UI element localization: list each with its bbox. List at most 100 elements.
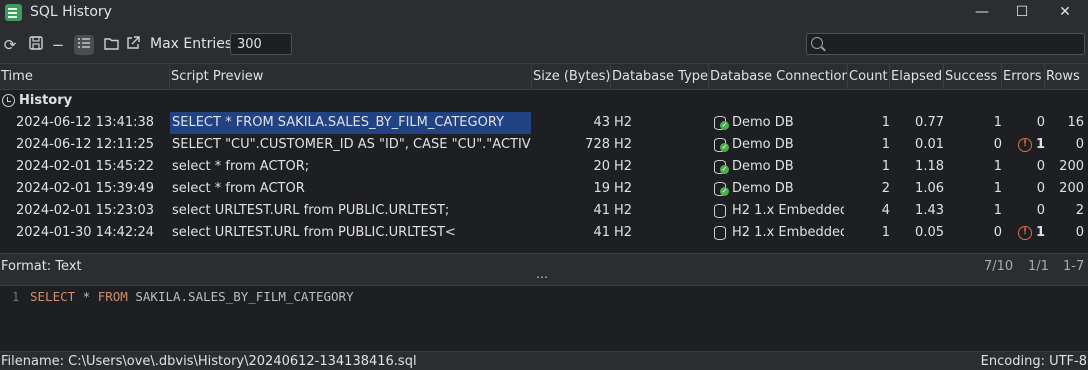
elapsed-cell: 1.18 bbox=[915, 159, 944, 174]
rows-cell: 0 bbox=[1075, 225, 1084, 240]
splitter-handle[interactable]: ⋯ bbox=[536, 270, 549, 284]
elapsed-cell: 1.06 bbox=[915, 181, 944, 196]
maximize-button[interactable]: ☐ bbox=[1002, 0, 1042, 26]
time-cell: 2024-02-01 15:45:22 bbox=[16, 159, 155, 174]
db-type-cell: H2 bbox=[614, 159, 633, 174]
connection-cell: Demo DB bbox=[732, 181, 794, 196]
db-type-cell: H2 bbox=[614, 115, 633, 130]
table-row[interactable]: 2024-02-01 15:39:49 select * from ACTOR … bbox=[0, 178, 1088, 200]
size-cell: 41 bbox=[593, 203, 610, 218]
refresh-icon[interactable]: ⟳ bbox=[0, 35, 20, 55]
selection-position: 7/10 bbox=[984, 259, 1014, 274]
script-preview-cell: select * from ACTOR bbox=[172, 181, 305, 196]
time-cell: 2024-02-01 15:23:03 bbox=[16, 203, 155, 218]
column-header-elapsed[interactable]: Elapsed bbox=[890, 64, 944, 90]
filename-label: Filename: C:\Users\ove\.dbvis\History\20… bbox=[1, 354, 417, 369]
errors-cell: 1 bbox=[1035, 225, 1045, 240]
rows-cell: 200 bbox=[1059, 159, 1084, 174]
column-header-size[interactable]: Size (Bytes) bbox=[532, 64, 611, 90]
rows-cell: 2 bbox=[1075, 203, 1084, 218]
sql-preview-editor[interactable]: 1 SELECT * FROM SAKILA.SALES_BY_FILM_CAT… bbox=[0, 285, 1088, 351]
title-bar: SQL History — ☐ ✕ bbox=[0, 0, 1088, 26]
connection-cell: Demo DB bbox=[732, 159, 794, 174]
format-label: Format: Text bbox=[1, 259, 82, 274]
column-header-database-connection[interactable]: Database Connection bbox=[709, 64, 848, 90]
save-icon[interactable] bbox=[26, 35, 46, 55]
size-cell: 43 bbox=[593, 115, 610, 130]
sql-text: SAKILA.SALES_BY_FILM_CATEGORY bbox=[127, 289, 354, 304]
table-row[interactable]: 2024-02-01 15:45:22 select * from ACTOR;… bbox=[0, 156, 1088, 178]
database-icon bbox=[714, 204, 726, 218]
encoding-label: Encoding: UTF-8 bbox=[980, 354, 1087, 369]
time-cell: 2024-06-12 12:11:25 bbox=[16, 137, 155, 152]
status-bar: Filename: C:\Users\ove\.dbvis\History\20… bbox=[0, 351, 1088, 370]
column-header-errors[interactable]: Errors bbox=[1002, 64, 1045, 90]
sql-text: * bbox=[75, 289, 98, 304]
success-cell: 1 bbox=[993, 115, 1002, 130]
count-cell: 1 bbox=[881, 115, 890, 130]
page-indicator: 1/1 bbox=[1028, 259, 1049, 274]
remove-icon[interactable]: − bbox=[48, 35, 68, 55]
elapsed-cell: 1.43 bbox=[915, 203, 944, 218]
database-connected-icon bbox=[714, 160, 729, 174]
connection-cell: H2 1.x Embedded bbox=[732, 203, 844, 218]
db-type-cell: H2 bbox=[614, 203, 633, 218]
size-cell: 19 bbox=[593, 181, 610, 196]
success-cell: 0 bbox=[993, 137, 1002, 152]
close-button[interactable]: ✕ bbox=[1045, 0, 1085, 26]
search-icon bbox=[811, 37, 823, 49]
row-range: 1-7 bbox=[1063, 259, 1085, 274]
size-cell: 728 bbox=[585, 137, 610, 152]
folder-icon[interactable] bbox=[101, 35, 121, 55]
column-header-time[interactable]: Time bbox=[0, 64, 170, 90]
time-cell: 2024-01-30 14:42:24 bbox=[16, 225, 155, 240]
table-header: Time Script Preview Size (Bytes) Databas… bbox=[0, 64, 1088, 90]
sql-history-app-icon bbox=[5, 4, 22, 21]
errors-cell: 1 bbox=[1035, 137, 1045, 152]
count-cell: 1 bbox=[881, 225, 890, 240]
database-connected-icon bbox=[714, 182, 729, 196]
connection-cell: Demo DB bbox=[732, 115, 794, 130]
connection-cell: H2 1.x Embedded bbox=[732, 225, 844, 240]
sql-keyword: SELECT bbox=[30, 289, 76, 304]
external-link-icon[interactable] bbox=[123, 35, 143, 55]
list-view-icon[interactable] bbox=[74, 35, 94, 55]
column-header-rows[interactable]: Rows bbox=[1045, 64, 1088, 90]
db-type-cell: H2 bbox=[614, 137, 633, 152]
rows-cell: 200 bbox=[1059, 181, 1084, 196]
success-cell: 1 bbox=[993, 159, 1002, 174]
count-cell: 4 bbox=[881, 203, 890, 218]
table-row[interactable]: 2024-02-01 15:23:03 select URLTEST.URL f… bbox=[0, 200, 1088, 222]
script-preview-cell: select URLTEST.URL from PUBLIC.URLTEST; bbox=[172, 203, 450, 218]
table-row[interactable]: 2024-06-12 12:11:25 SELECT "CU".CUSTOMER… bbox=[0, 134, 1088, 156]
column-header-script-preview[interactable]: Script Preview bbox=[170, 64, 532, 90]
errors-cell: 0 bbox=[1036, 203, 1045, 218]
db-type-cell: H2 bbox=[614, 225, 633, 240]
errors-cell: 0 bbox=[1036, 115, 1045, 130]
rows-cell: 16 bbox=[1067, 115, 1084, 130]
column-header-database-type[interactable]: Database Type bbox=[611, 64, 709, 90]
size-cell: 41 bbox=[593, 225, 610, 240]
column-header-count[interactable]: Count bbox=[848, 64, 890, 90]
history-table: Time Script Preview Size (Bytes) Databas… bbox=[0, 63, 1088, 253]
sql-keyword: FROM bbox=[97, 289, 128, 304]
minimize-button[interactable]: — bbox=[962, 0, 1002, 26]
success-cell: 1 bbox=[993, 181, 1002, 196]
history-group-row[interactable]: History bbox=[0, 90, 1088, 112]
table-row[interactable]: 2024-06-12 13:41:38 SELECT * FROM SAKILA… bbox=[0, 112, 1088, 134]
history-icon bbox=[2, 94, 15, 107]
script-preview-cell: select URLTEST.URL from PUBLIC.URLTEST< bbox=[172, 225, 456, 240]
errors-cell: 0 bbox=[1036, 159, 1045, 174]
search-input[interactable] bbox=[806, 33, 1085, 55]
count-cell: 2 bbox=[881, 181, 890, 196]
max-entries-input[interactable] bbox=[230, 33, 292, 55]
history-group-label: History bbox=[19, 93, 73, 108]
elapsed-cell: 0.01 bbox=[915, 137, 944, 152]
script-preview-cell: SELECT * FROM SAKILA.SALES_BY_FILM_CATEG… bbox=[170, 112, 531, 134]
script-preview-cell: SELECT "CU".CUSTOMER_ID AS "ID", CASE "C… bbox=[172, 137, 531, 152]
table-row[interactable]: 2024-01-30 14:42:24 select URLTEST.URL f… bbox=[0, 222, 1088, 244]
script-preview-cell: select * from ACTOR; bbox=[172, 159, 310, 174]
time-cell: 2024-02-01 15:39:49 bbox=[16, 181, 155, 196]
db-type-cell: H2 bbox=[614, 181, 633, 196]
column-header-success[interactable]: Success bbox=[944, 64, 1002, 90]
